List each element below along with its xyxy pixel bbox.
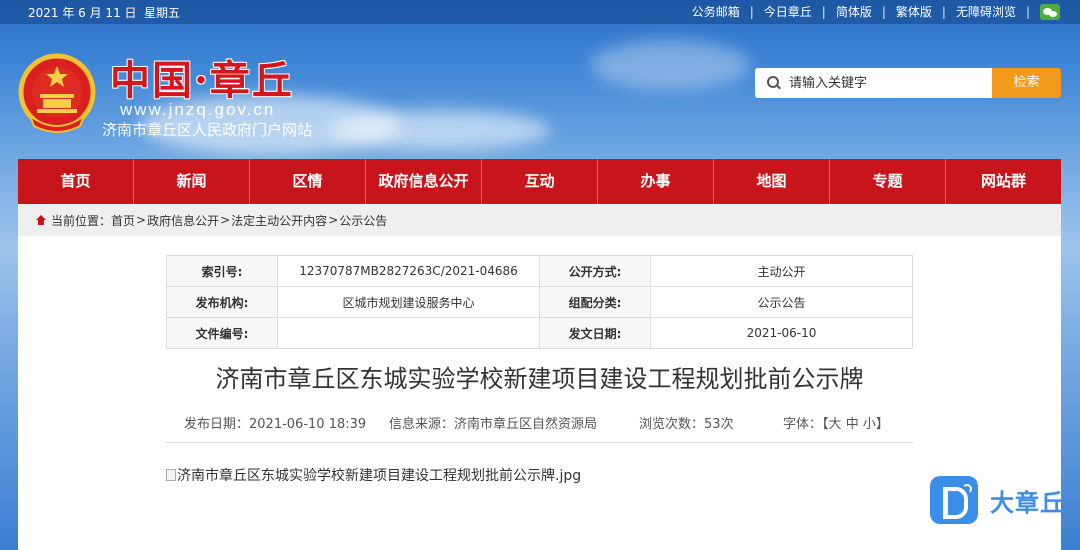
separator: |: [1025, 4, 1030, 19]
publish-date-value: 2021-06-10 18:39: [249, 417, 367, 432]
top-utility-bar: 2021 年 6 月 11 日 星期五 公务邮箱 | 今日章丘 | 简体版 | 繁体版…: [0, 0, 1080, 24]
link-accessibility[interactable]: 无障碍浏览: [946, 3, 1026, 20]
current-weekday: 星期五: [144, 6, 181, 20]
site-url: www.jnzq.gov.cn: [120, 100, 276, 119]
home-icon: [35, 214, 47, 226]
separator: |: [881, 4, 886, 19]
wechat-icon[interactable]: [1040, 3, 1060, 20]
link-traditional[interactable]: 繁体版: [886, 3, 942, 20]
view-count-label: 浏览次数：: [639, 417, 705, 432]
breadcrumb-prefix: 当前位置：: [51, 213, 112, 228]
search-icon: [767, 76, 781, 90]
info-source: 信息来源：济南市章丘区自然资源局: [389, 413, 639, 432]
nav-item-map[interactable]: 地图: [714, 159, 830, 204]
doc-number-value: [277, 317, 540, 349]
font-size-medium[interactable]: 中: [846, 417, 859, 432]
nav-item-services[interactable]: 办事: [598, 159, 714, 204]
nav-item-interaction[interactable]: 互动: [482, 159, 598, 204]
index-label: 索引号:: [166, 255, 278, 287]
category-label: 组配分类:: [539, 286, 651, 318]
cloud-decoration: [330, 110, 550, 150]
nav-item-home[interactable]: 首页: [18, 159, 134, 204]
top-links: 公务邮箱 | 今日章丘 | 简体版 | 繁体版 | 无障碍浏览 |: [682, 3, 1060, 20]
nav-item-topics[interactable]: 专题: [830, 159, 946, 204]
font-bracket-close: 】: [875, 417, 889, 432]
link-simplified[interactable]: 简体版: [826, 3, 882, 20]
info-source-value: 济南市章丘区自然资源局: [454, 417, 598, 432]
article-image-alt: 济南市章丘区东城实验学校新建项目建设工程规划批前公示牌.jpg: [177, 468, 582, 484]
site-logo-text[interactable]: 中国·章丘: [110, 48, 294, 106]
category-value: 公示公告: [650, 286, 913, 318]
search-box: [755, 68, 993, 98]
breadcrumb-item-gov-info[interactable]: 政府信息公开: [147, 212, 219, 229]
publisher-value: 区城市规划建设服务中心: [277, 286, 540, 318]
issue-date-value: 2021-06-10: [650, 317, 913, 349]
table-row: 索引号: 12370787MB2827263C/2021-04686 公开方式:…: [166, 255, 913, 287]
watermark-text: 大章丘: [990, 488, 1065, 517]
breadcrumb: 当前位置： 首页 > 政府信息公开 > 法定主动公开内容 > 公示公告: [18, 204, 1061, 236]
index-value: 12370787MB2827263C/2021-04686: [277, 255, 540, 287]
view-count-value: 53次: [704, 417, 734, 432]
search-button[interactable]: 检索: [992, 68, 1061, 98]
breadcrumb-separator: >: [328, 213, 339, 227]
link-official-mail[interactable]: 公务邮箱: [682, 3, 750, 20]
font-size-small[interactable]: 小: [863, 417, 876, 432]
separator: |: [749, 4, 754, 19]
separator: |: [941, 4, 946, 19]
font-size-label: 字体：: [783, 417, 823, 432]
publish-date: 发布日期：2021-06-10 18:39: [184, 413, 389, 432]
font-size-selector: 字体：【大 中 小】: [783, 413, 889, 432]
info-source-label: 信息来源：: [389, 417, 455, 432]
breadcrumb-item-notice[interactable]: 公示公告: [339, 212, 387, 229]
font-size-large[interactable]: 大: [829, 417, 842, 432]
publish-date-label: 发布日期：: [184, 417, 250, 432]
doc-number-label: 文件编号:: [166, 317, 278, 349]
broken-image-icon: [166, 469, 176, 481]
dazhangqiu-watermark: 大章丘: [930, 476, 1065, 524]
publisher-label: 发布机构:: [166, 286, 278, 318]
main-nav: 首页 新闻 区情 政府信息公开 互动 办事 地图 专题 网站群: [18, 159, 1061, 204]
separator: |: [821, 4, 826, 19]
issue-date-label: 发文日期:: [539, 317, 651, 349]
open-mode-value: 主动公开: [650, 255, 913, 287]
view-count: 浏览次数：53次: [639, 413, 783, 432]
dazhangqiu-logo-icon: [930, 476, 978, 524]
article-image: 济南市章丘区东城实验学校新建项目建设工程规划批前公示牌.jpg: [166, 465, 581, 485]
search-input[interactable]: [789, 75, 979, 91]
nav-item-news[interactable]: 新闻: [134, 159, 250, 204]
content-panel: 当前位置： 首页 > 政府信息公开 > 法定主动公开内容 > 公示公告 索引号: 12370…: [18, 204, 1061, 550]
nav-item-site-group[interactable]: 网站群: [946, 159, 1061, 204]
divider: [166, 442, 913, 443]
breadcrumb-separator: >: [220, 213, 231, 227]
table-row: 发布机构: 区城市规划建设服务中心 组配分类: 公示公告: [166, 286, 913, 318]
document-metadata-table: 索引号: 12370787MB2827263C/2021-04686 公开方式:…: [166, 255, 913, 349]
cloud-decoration: [590, 40, 750, 90]
breadcrumb-separator: >: [136, 213, 147, 227]
site-subtitle: 济南市章丘区人民政府门户网站: [102, 121, 313, 139]
open-mode-label: 公开方式:: [539, 255, 651, 287]
current-date: 2021 年 6 月 11 日: [28, 6, 137, 20]
breadcrumb-item-statutory[interactable]: 法定主动公开内容: [231, 212, 327, 229]
link-today-zhangqiu[interactable]: 今日章丘: [754, 3, 822, 20]
table-row: 文件编号: 发文日期: 2021-06-10: [166, 317, 913, 349]
national-emblem-icon[interactable]: [18, 52, 96, 136]
article-title: 济南市章丘区东城实验学校新建项目建设工程规划批前公示牌: [215, 365, 864, 393]
breadcrumb-item-home[interactable]: 首页: [111, 212, 135, 229]
nav-item-gov-info-disclosure[interactable]: 政府信息公开: [366, 159, 482, 204]
article-info: 发布日期：2021-06-10 18:39 信息来源：济南市章丘区自然资源局 浏…: [184, 413, 910, 432]
nav-item-district-info[interactable]: 区情: [250, 159, 366, 204]
